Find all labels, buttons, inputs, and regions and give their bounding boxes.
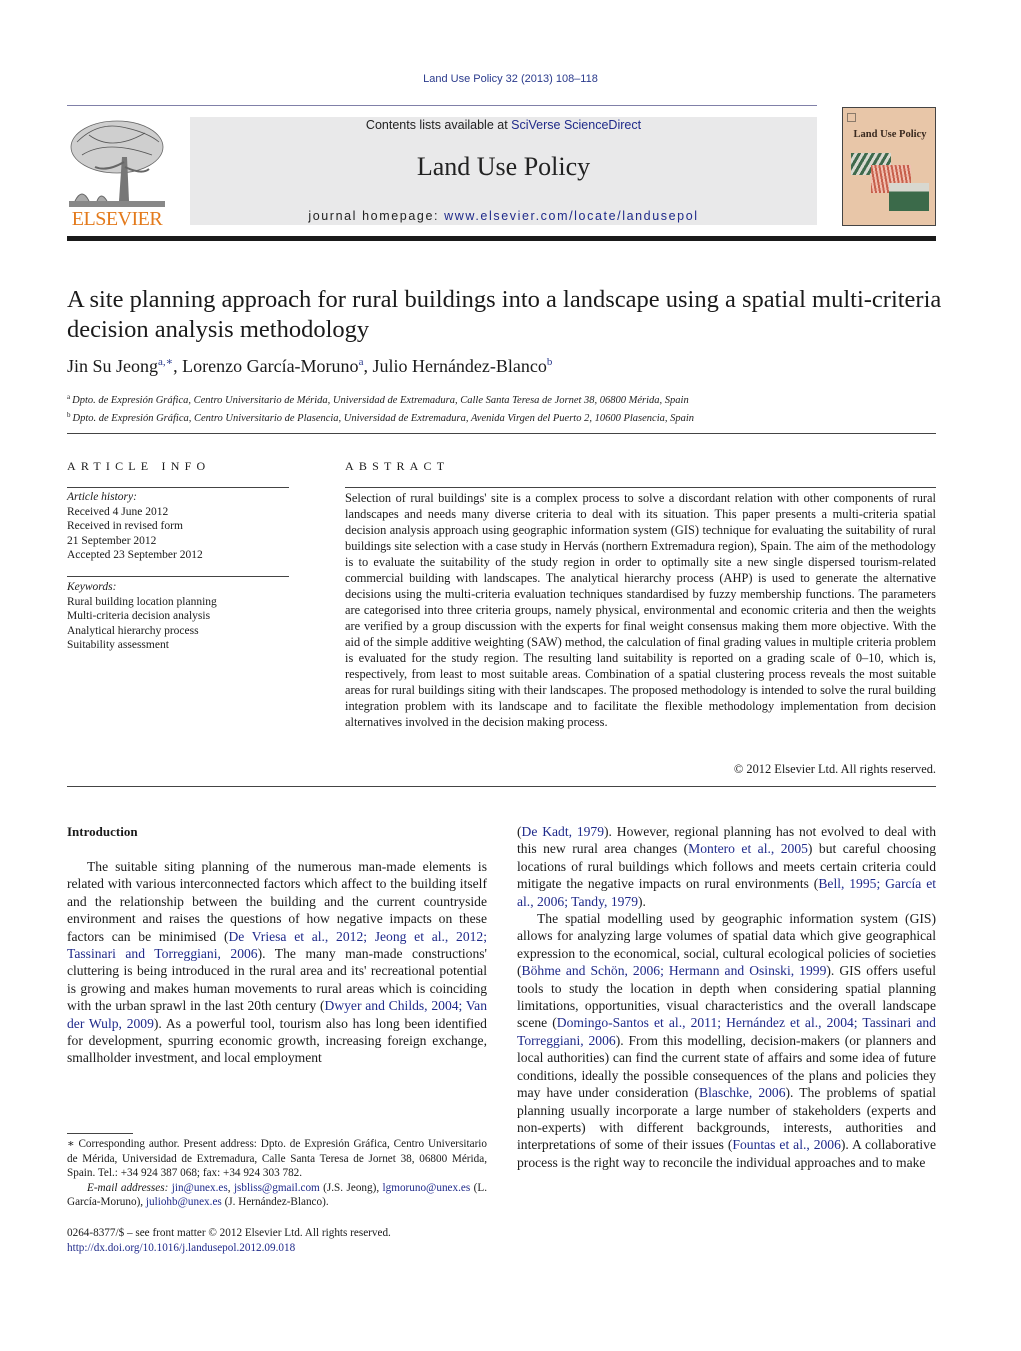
history-item: Received in revised form [67, 520, 183, 532]
affiliation-text: Dpto. de Expresión Gráfica, Centro Unive… [72, 395, 689, 406]
contents-availability: Contents lists available at SciVerse Sci… [190, 117, 817, 132]
email-link[interactable]: lgmoruno@unex.es [383, 1182, 471, 1194]
header-divider [67, 105, 817, 106]
section-heading-introduction: Introduction [67, 824, 138, 839]
author-name: Lorenzo García-Moruno [182, 356, 359, 376]
affiliation-text: Dpto. de Expresión Gráfica, Centro Unive… [72, 413, 695, 424]
journal-homepage: journal homepage: www.elsevier.com/locat… [190, 209, 817, 223]
email-link[interactable]: jsbliss@gmail.com [234, 1182, 320, 1194]
body-column-right: (De Kadt, 1979). However, regional plann… [517, 823, 936, 1171]
citation-link[interactable]: Fountas et al., 2006 [732, 1137, 840, 1152]
author-name: Julio Hernández-Blanco [372, 356, 547, 376]
affiliation-item: b Dpto. de Expresión Gráfica, Centro Univ… [67, 408, 694, 426]
body-paragraph: The spatial modelling used by geographic… [517, 910, 936, 1171]
email-owner: (J.S. Jeong), [319, 1181, 383, 1194]
cover-publisher-icon [847, 113, 856, 122]
affiliation-mark: b [67, 411, 71, 419]
keywords-divider [67, 576, 289, 577]
body-column-left: The suitable siting planning of the nume… [67, 858, 487, 1067]
body-divider [67, 786, 936, 787]
header-thick-divider [67, 236, 936, 241]
cover-title: Land Use Policy [853, 129, 927, 140]
abstract-text: Selection of rural buildings' site is a … [345, 491, 936, 729]
homepage-link[interactable]: www.elsevier.com/locate/landusepol [444, 209, 699, 223]
article-info-divider [67, 487, 289, 488]
title-divider [67, 433, 936, 434]
sciencedirect-link[interactable]: SciVerse ScienceDirect [511, 118, 641, 132]
journal-cover-thumbnail[interactable]: Land Use Policy [842, 107, 936, 226]
issn-line: 0264-8377/$ – see front matter © 2012 El… [67, 1227, 391, 1239]
abstract-divider [345, 487, 936, 488]
elsevier-logo[interactable]: ELSEVIER [67, 117, 167, 229]
history-item: Received 4 June 2012 [67, 505, 169, 518]
contents-prefix: Contents lists available at [365, 118, 512, 132]
author-affiliation-mark[interactable]: b [547, 356, 553, 368]
body-paragraph: (De Kadt, 1979). However, regional plann… [517, 823, 936, 910]
journal-name: Land Use Policy [416, 152, 591, 181]
keyword-item: Multi-criteria decision analysis [67, 610, 211, 622]
journal-reference-link[interactable]: Land Use Policy 32 (2013) 108–118 [0, 73, 1021, 85]
journal-banner: Contents lists available at SciVerse Sci… [190, 117, 817, 225]
keyword-item: Rural building location planning [67, 595, 217, 608]
abstract-heading: ABSTRACT [345, 459, 450, 473]
affiliation-mark: a [67, 393, 71, 401]
footnote-divider [67, 1133, 133, 1134]
doi-link[interactable]: http://dx.doi.org/10.1016/j.landusepol.2… [67, 1241, 295, 1256]
email-link[interactable]: jin@unex.es [172, 1182, 228, 1194]
homepage-prefix: journal homepage: [308, 209, 445, 223]
body-paragraph: The suitable siting planning of the nume… [67, 858, 487, 1067]
corresponding-author-text: ∗ Corresponding author. Present address:… [67, 1138, 487, 1180]
keyword-item: Analytical hierarchy process [67, 624, 199, 637]
cover-image-3 [889, 183, 929, 211]
history-item: Accepted 23 September 2012 [67, 549, 203, 561]
article-title: A site planning approach for rural build… [67, 286, 942, 343]
affiliations: a Dpto. de Expresión Gráfica, Centro Univ… [67, 390, 694, 426]
citation-link[interactable]: Böhme and Schön, 2006; Hermann and Osins… [522, 963, 827, 978]
article-history: Article history: Received 4 June 2012 Re… [67, 490, 203, 563]
author-separator: , [173, 356, 183, 376]
abstract-copyright: © 2012 Elsevier Ltd. All rights reserved… [733, 762, 936, 776]
citation-link[interactable]: De Kadt, 1979 [522, 824, 605, 839]
citation-link[interactable]: Montero et al., 2005 [688, 841, 808, 856]
author-list: Jin Su Jeonga,∗, Lorenzo García-Morunoa,… [67, 355, 552, 377]
article-history-label: Article history: [67, 491, 137, 503]
article-info-heading: ARTICLE INFO [67, 459, 211, 473]
corresponding-author-footnote: ∗ Corresponding author. Present address:… [67, 1137, 487, 1210]
keywords: Keywords: Rural building location planni… [67, 580, 217, 653]
keywords-label: Keywords: [67, 581, 117, 593]
author-name: Jin Su Jeong [67, 356, 159, 376]
citation-link[interactable]: Blaschke, 2006 [699, 1085, 785, 1100]
elsevier-wordmark: ELSEVIER [71, 208, 163, 230]
email-owner: (J. Hernández-Blanco). [221, 1196, 329, 1209]
email-link[interactable]: juliohb@unex.es [146, 1196, 222, 1208]
email-label: E-mail addresses: [87, 1181, 172, 1194]
keyword-item: Suitability assessment [67, 639, 169, 651]
affiliation-item: a Dpto. de Expresión Gráfica, Centro Univ… [67, 390, 694, 408]
body-text: ). [638, 893, 646, 909]
elsevier-tree-icon [69, 120, 165, 207]
history-item: 21 September 2012 [67, 534, 157, 547]
author-affiliation-mark[interactable]: a,∗ [158, 356, 173, 368]
